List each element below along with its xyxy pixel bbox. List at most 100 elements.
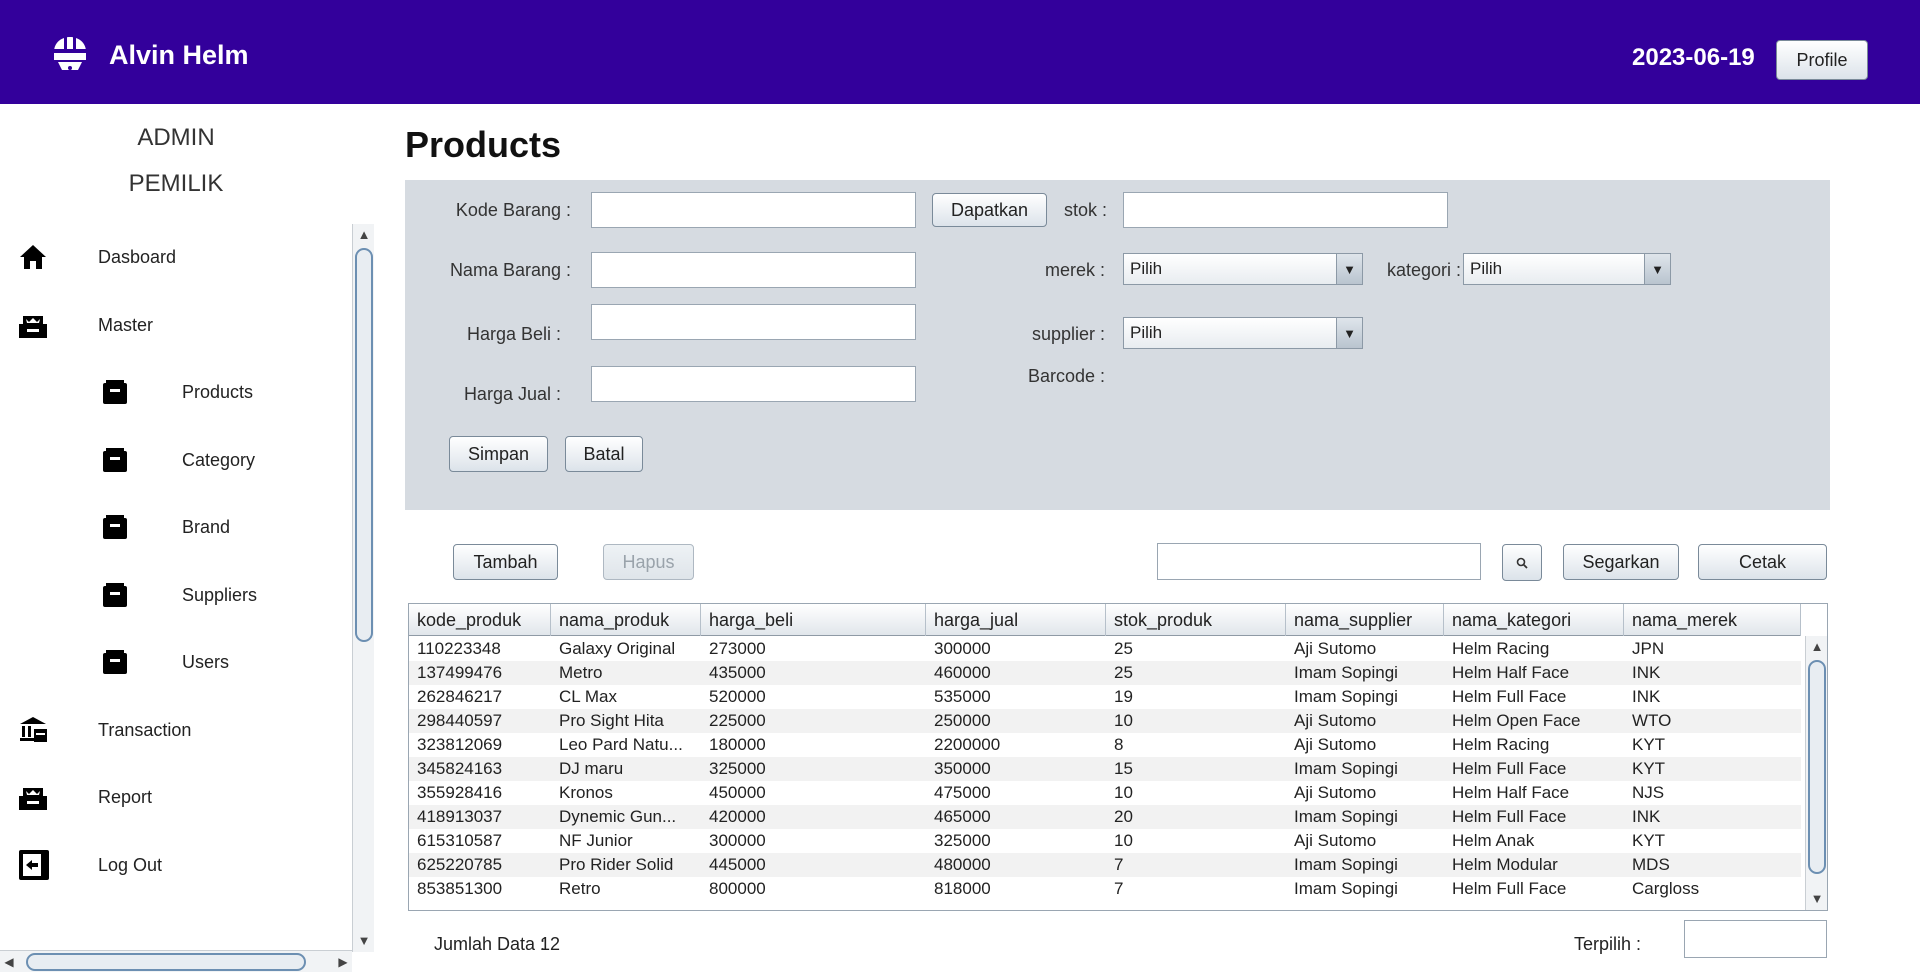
scrollbar-thumb[interactable] [1808, 660, 1826, 874]
sidebar-item-transaction[interactable]: Transaction [16, 710, 191, 750]
batal-button[interactable]: Batal [565, 436, 643, 472]
kategori-select[interactable]: Pilih ▼ [1463, 253, 1671, 285]
table-row[interactable]: 323812069 Leo Pard Natu... 180000 2200000 8 A… [409, 733, 1801, 757]
table-cell: Dynemic Gun... [559, 807, 677, 826]
merek-select[interactable]: Pilih ▼ [1123, 253, 1363, 285]
column-header[interactable]: harga_beli [701, 604, 926, 636]
scroll-down-icon[interactable]: ▼ [1806, 888, 1827, 910]
table-cell: 300000 [934, 639, 991, 658]
table-cell: MDS [1632, 855, 1670, 874]
table-cell: 818000 [934, 879, 991, 898]
product-form-panel: Kode Barang : Dapatkan stok : Nama Baran… [405, 180, 1830, 510]
box-icon [98, 443, 132, 477]
sidebar-item-suppliers[interactable]: Suppliers [98, 575, 257, 615]
sidebar-item-products[interactable]: Products [98, 372, 253, 412]
scroll-up-icon[interactable]: ▲ [1806, 636, 1827, 658]
column-header[interactable]: stok_produk [1106, 604, 1286, 636]
table-row[interactable]: 110223348 Galaxy Original 273000 300000 25 Aj… [409, 637, 1801, 661]
kode-barang-input[interactable] [591, 192, 916, 228]
table-cell: Aji Sutomo [1294, 639, 1377, 658]
column-header[interactable]: nama_merek [1624, 604, 1801, 636]
scrollbar-thumb[interactable] [26, 953, 306, 971]
table-cell: 345824163 [417, 759, 503, 778]
table-cell: 15 [1114, 759, 1133, 778]
table-cell: 250000 [934, 711, 991, 730]
table-cell: Imam Sopingi [1294, 663, 1398, 682]
table-cell: 420000 [709, 807, 766, 826]
role-owner: PEMILIK [128, 170, 224, 197]
sidebar-item-report[interactable]: Report [16, 777, 152, 817]
table-row[interactable]: 418913037 Dynemic Gun... 420000 465000 20 Ima… [409, 805, 1801, 829]
terpilih-input[interactable] [1684, 920, 1827, 958]
table-cell: 450000 [709, 783, 766, 802]
table-cell: 535000 [934, 687, 991, 706]
scroll-up-icon[interactable]: ▲ [353, 224, 375, 246]
sidebar-item-category[interactable]: Category [98, 440, 255, 480]
segarkan-button[interactable]: Segarkan [1563, 544, 1679, 580]
column-header[interactable]: kode_produk [409, 604, 551, 636]
sidebar-item-label: Transaction [98, 719, 192, 740]
table-cell: Aji Sutomo [1294, 831, 1377, 850]
nama-barang-input[interactable] [591, 252, 916, 288]
table-vertical-scrollbar[interactable]: ▲ ▼ [1805, 636, 1827, 910]
sidebar-item-users[interactable]: Users [98, 642, 229, 682]
chevron-down-icon[interactable]: ▼ [1336, 318, 1362, 348]
table-row[interactable]: 625220785 Pro Rider Solid 445000 480000 7 Ima… [409, 853, 1801, 877]
harga-beli-label: Harga Beli : [466, 324, 561, 344]
table-cell: Helm Racing [1452, 639, 1550, 658]
cetak-button[interactable]: Cetak [1698, 544, 1827, 580]
table-row[interactable]: 615310587 NF Junior 300000 325000 10 Aji Suto… [409, 829, 1801, 853]
sidebar-item-master[interactable]: Master [16, 305, 153, 345]
scroll-left-icon[interactable]: ◀ [0, 951, 18, 973]
table-cell: 853851300 [417, 879, 503, 898]
table-cell: Imam Sopingi [1294, 807, 1398, 826]
dapatkan-button[interactable]: Dapatkan [932, 193, 1047, 227]
sidebar-vertical-scrollbar[interactable]: ▲ ▼ [352, 224, 374, 952]
supplier-select[interactable]: Pilih ▼ [1123, 317, 1363, 349]
sidebar-horizontal-scrollbar[interactable]: ◀ ▶ [0, 950, 352, 972]
table-cell: 7 [1114, 855, 1124, 874]
table-cell: KYT [1632, 735, 1666, 754]
hapus-button[interactable]: Hapus [603, 544, 694, 580]
sidebar-item-label: Suppliers [182, 584, 258, 605]
scrollbar-thumb[interactable] [355, 248, 373, 642]
table-row[interactable]: 298440597 Pro Sight Hita 225000 250000 10 Aji… [409, 709, 1801, 733]
archive-icon [16, 308, 50, 342]
stok-input[interactable] [1123, 192, 1448, 228]
column-header[interactable]: nama_supplier [1286, 604, 1444, 636]
scroll-down-icon[interactable]: ▼ [353, 930, 375, 952]
jumlah-data-value: 12 [540, 934, 561, 954]
app-header: Alvin Helm 2023-06-19 Profile [0, 0, 1920, 104]
table-row[interactable]: 345824163 DJ maru 325000 350000 15 Imam Sopi… [409, 757, 1801, 781]
sidebar-item-brand[interactable]: Brand [98, 507, 230, 547]
chevron-down-icon[interactable]: ▼ [1644, 254, 1670, 284]
table-cell: 225000 [709, 711, 766, 730]
tambah-button[interactable]: Tambah [453, 544, 558, 580]
table-row[interactable]: 137499476 Metro 435000 460000 25 Imam Sopingi… [409, 661, 1801, 685]
search-button[interactable] [1502, 544, 1542, 581]
simpan-button[interactable]: Simpan [449, 436, 548, 472]
table-cell: Helm Half Face [1452, 783, 1570, 802]
column-header[interactable]: nama_kategori [1444, 604, 1624, 636]
column-header[interactable]: nama_produk [551, 604, 701, 636]
sidebar: ADMIN PEMILIK Dasboard Master Products C… [0, 104, 352, 972]
supplier-selected-value: Pilih [1130, 323, 1163, 342]
table-cell: DJ maru [559, 759, 624, 778]
chevron-down-icon[interactable]: ▼ [1336, 254, 1362, 284]
sidebar-item-logout[interactable]: Log Out [16, 845, 162, 885]
scroll-right-icon[interactable]: ▶ [334, 951, 352, 973]
table-cell: 8 [1114, 735, 1124, 754]
sidebar-item-dasboard[interactable]: Dasboard [16, 237, 176, 277]
table-row[interactable]: 262846217 CL Max 520000 535000 19 Imam Soping… [409, 685, 1801, 709]
table-row[interactable]: 853851300 Retro 800000 818000 7 Imam Sopingi H… [409, 877, 1801, 901]
harga-beli-input[interactable] [591, 304, 916, 340]
profile-button[interactable]: Profile [1776, 40, 1868, 80]
table-cell: 520000 [709, 687, 766, 706]
table-cell: 20 [1114, 807, 1133, 826]
table-cell: Leo Pard Natu... [559, 735, 683, 754]
box-icon [98, 578, 132, 612]
table-row[interactable]: 355928416 Kronos 450000 475000 10 Aji Sutomo H… [409, 781, 1801, 805]
search-input[interactable] [1157, 543, 1481, 580]
harga-jual-input[interactable] [591, 366, 916, 402]
column-header[interactable]: harga_jual [926, 604, 1106, 636]
